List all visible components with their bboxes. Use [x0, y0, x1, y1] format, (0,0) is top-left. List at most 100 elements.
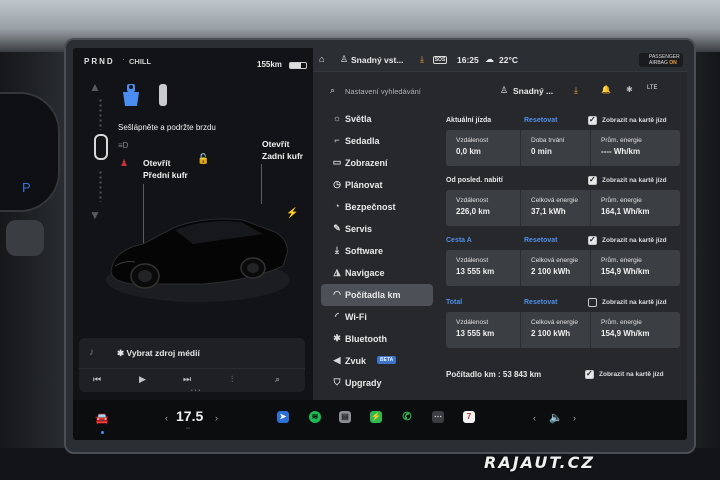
menu-item-icon: ▭ [332, 157, 342, 167]
profile-selector[interactable]: Snadný ... [513, 86, 553, 96]
reset-button[interactable]: Resetovat [524, 237, 557, 244]
volume-increase-icon[interactable]: › [573, 413, 576, 423]
stat-label: Vzdálenost [456, 137, 489, 144]
media-source-button[interactable]: ✱ Vybrat zdroj médií [117, 348, 200, 359]
car-topview-icon [94, 134, 108, 160]
show-on-trip-card-checkbox[interactable] [588, 298, 597, 307]
volume-decrease-icon[interactable]: ‹ [533, 413, 536, 423]
menu-item[interactable]: ◮ Navigace [321, 262, 433, 284]
volume-icon[interactable]: 🔈 [549, 411, 563, 424]
stat-label: Prům. energie [601, 137, 642, 144]
charging-app-icon[interactable]: ⚡ [370, 411, 382, 423]
stat-value: 154,9 Wh/km [601, 267, 650, 276]
open-frunk-line2: Přední kufr [143, 170, 188, 180]
strip-dots [99, 98, 102, 130]
stat-value: 13 555 km [456, 267, 495, 276]
stat-cell: Vzdálenost 226,0 km [446, 190, 520, 226]
show-on-trip-card-checkbox[interactable] [588, 235, 597, 245]
reset-button[interactable]: Resetovat [524, 117, 557, 124]
menu-item[interactable]: ◀ Zvuk BETA [321, 350, 433, 372]
open-frunk-button[interactable]: Otevřít Přední kufr [143, 157, 188, 181]
menu-item[interactable]: ◜ Wi-Fi [321, 306, 433, 328]
airbag-state: ON [669, 60, 677, 66]
play-icon[interactable]: ▶ [139, 374, 146, 385]
stat-value: 13 555 km [456, 329, 495, 338]
menu-item-label: Bezpečnost [345, 202, 396, 212]
strip-dots [99, 170, 102, 202]
spotify-app-icon[interactable]: ≋ [309, 411, 321, 423]
previous-track-icon[interactable]: ⏮ [93, 374, 101, 385]
trip-header: Aktuální jízda Resetovat Zobrazit na kar… [446, 114, 680, 130]
stat-cell: Vzdálenost 13 555 km [446, 250, 520, 286]
trip-since-charge: Od posled. nabití Zobrazit na kartě jízd… [446, 174, 680, 226]
sos-icon: SOS [433, 56, 447, 64]
menu-item-label: Servis [345, 224, 373, 234]
bluetooth-icon[interactable]: ✱ [626, 85, 633, 94]
cabin-temperature[interactable]: 17.5 [176, 408, 203, 424]
open-trunk-line1: Otevřít [262, 139, 290, 149]
stat-cell: Doba trvání 0 min [520, 130, 590, 166]
arrow-down-icon: ▼ [89, 208, 101, 222]
dashboard-knob [6, 220, 44, 256]
car-icon[interactable]: 🚘 [95, 412, 109, 425]
settings-panel: ⌂ ♙ Snadný vst... ⤓ SOS 16:25 ☁ 22°C PAS… [313, 48, 687, 400]
clock: 16:25 [457, 55, 479, 65]
open-trunk-button[interactable]: Otevřít Zadní kufr [262, 138, 303, 162]
stat-value: 2 100 kWh [531, 329, 571, 338]
download-icon[interactable]: ⤓ [574, 85, 578, 96]
menu-item-icon: ◔ [334, 201, 340, 211]
menu-item-icon: ☼ [332, 113, 342, 123]
menu-item[interactable]: ⛉ Upgrady [321, 372, 433, 394]
equalizer-icon[interactable]: ⫶ [231, 374, 233, 385]
trip-title: Cesta A [446, 237, 472, 244]
menu-item-icon: ◮ [333, 267, 341, 277]
menu-item-icon: ⛉ [333, 377, 341, 387]
menu-item[interactable]: ☼ Světla [321, 108, 433, 130]
settings-search-input[interactable] [345, 84, 485, 98]
odometer-checkbox[interactable] [585, 369, 594, 379]
car-3d-model [106, 218, 290, 302]
menu-item[interactable]: ⤓ Software [321, 240, 433, 262]
menu-item[interactable]: ▭ Zobrazení [321, 152, 433, 174]
dashcam-app-icon[interactable]: ▤ [339, 411, 351, 423]
active-indicator [101, 431, 104, 434]
reset-button[interactable]: Resetovat [524, 299, 557, 306]
show-on-trip-card-checkbox[interactable] [588, 175, 597, 185]
media-player: ♪ ✱ Vybrat zdroj médií ⏮ ▶ ⏭ ⫶ ⌕ [79, 338, 305, 392]
show-on-trip-card-checkbox[interactable] [588, 115, 597, 125]
phone-app-icon[interactable]: ✆ [401, 411, 413, 423]
menu-item[interactable]: ✱ Bluetooth [321, 328, 433, 350]
trip-stats: Vzdálenost 13 555 km Celková energie 2 100… [446, 250, 680, 286]
checkbox-label: Zobrazit na kartě jízd [602, 237, 667, 244]
passenger-airbag-indicator: PASSENGER AIRBAG ON [639, 53, 683, 67]
bell-icon[interactable]: 🔔 [601, 85, 611, 94]
settings-search-row: ⌕ ♙ Snadný ... ⤓ 🔔 ✱ LTE [313, 80, 687, 102]
calendar-app-icon[interactable]: 7 [463, 411, 475, 423]
next-track-icon[interactable]: ⏭ [183, 374, 191, 385]
menu-item-icon: ✱ [333, 333, 341, 343]
media-search-icon[interactable]: ⌕ [275, 374, 280, 385]
trip-a: Cesta A Resetovat Zobrazit na kartě jízd… [446, 234, 680, 286]
menu-item[interactable]: ◔ Bezpečnost [321, 196, 433, 218]
status-bar: ⌂ ♙ Snadný vst... ⤓ SOS 16:25 ☁ 22°C PAS… [313, 48, 687, 72]
stat-cell: Vzdálenost 0,0 km [446, 130, 520, 166]
menu-item[interactable]: ✎ Servis [321, 218, 433, 240]
update-download-icon[interactable]: ⤓ [420, 54, 424, 65]
lights-icon: ≡D [118, 141, 129, 150]
trip-stats: Vzdálenost 13 555 km Celková energie 2 100… [446, 312, 680, 348]
driver-profile[interactable]: Snadný vst... [351, 55, 403, 65]
stat-label: Vzdálenost [456, 319, 489, 326]
menu-item-label: Plánovat [345, 180, 383, 190]
temp-increase-icon[interactable]: › [215, 413, 218, 423]
lock-status-icon[interactable]: ⌂ [319, 54, 324, 64]
unlock-icon[interactable]: 🔓 [197, 154, 209, 165]
temp-decrease-icon[interactable]: ‹ [165, 413, 168, 423]
navigation-app-icon[interactable]: ➤ [277, 411, 289, 423]
stat-value: 37,1 kWh [531, 207, 566, 216]
menu-item[interactable]: ◷ Plánovat [321, 174, 433, 196]
menu-item[interactable]: ⌐ Sedadla [321, 130, 433, 152]
menu-item-label: Sedadla [345, 136, 380, 146]
stat-cell: Prům. energie 154,9 Wh/km [590, 250, 680, 286]
more-apps-icon[interactable]: ⋯ [432, 411, 444, 423]
menu-item[interactable]: ◠ Počítadla km [321, 284, 433, 306]
